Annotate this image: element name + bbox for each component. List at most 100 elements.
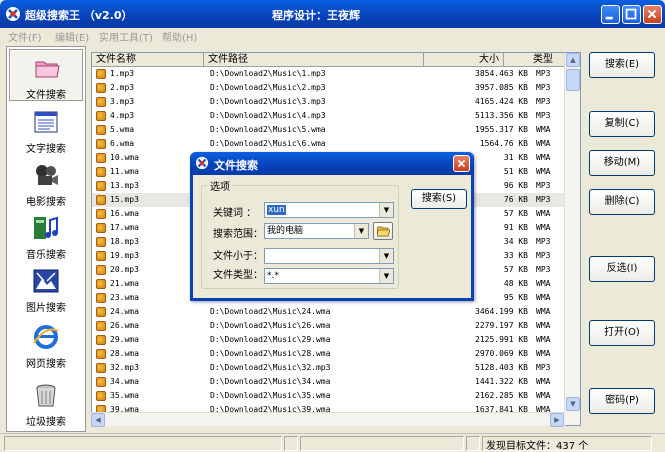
cell-type: WMA — [536, 139, 551, 148]
scroll-down-button[interactable]: ▼ — [566, 397, 580, 411]
type-label: 文件类型： — [213, 270, 263, 281]
cell-name: 18.mp3 — [110, 237, 139, 246]
menu-help[interactable]: 帮助(H) — [162, 29, 197, 44]
audio-file-icon — [96, 181, 106, 191]
cell-type: WMA — [536, 307, 551, 316]
sidebar-item-music-search[interactable]: 音乐搜索 — [9, 210, 83, 262]
music-icon — [34, 216, 58, 239]
audio-file-icon — [96, 83, 106, 93]
browse-folder-button[interactable] — [373, 222, 393, 240]
audio-file-icon — [96, 223, 106, 233]
table-row[interactable]: 28.wma D:\Download2\Music\28.wma 2970.069 … — [92, 347, 566, 361]
cell-type: WMA — [536, 153, 551, 162]
cell-type: WMA — [536, 391, 551, 400]
invert-selection-button[interactable]: 反选(I) — [589, 256, 655, 282]
delete-button[interactable]: 删除(C) — [589, 189, 655, 215]
cell-path: D:\Download2\Music\3.mp3 — [210, 97, 326, 106]
table-row[interactable]: 35.wma D:\Download2\Music\35.wma 2162.285 … — [92, 389, 566, 403]
move-button[interactable]: 移动(M) — [589, 150, 655, 176]
menu-tools[interactable]: 实用工具(T) — [99, 29, 153, 44]
close-button[interactable] — [643, 5, 662, 24]
cell-type: MP3 — [536, 69, 551, 78]
sidebar-item-text-search[interactable]: 文字搜索 — [9, 104, 83, 156]
minimize-button[interactable] — [601, 5, 620, 24]
cell-path: D:\Download2\Music\6.wma — [210, 139, 326, 148]
title-bar[interactable]: 超级搜索王 （v2.0） 程序设计：王夜辉 — [0, 0, 665, 28]
table-row[interactable]: 4.mp3 D:\Download2\Music\4.mp3 5113.356 KB… — [92, 109, 566, 123]
cell-name: 19.mp3 — [110, 251, 139, 260]
menu-edit[interactable]: 编辑(E) — [55, 29, 89, 44]
document-icon — [34, 111, 58, 133]
scroll-up-button[interactable]: ▲ — [566, 53, 580, 67]
audio-file-icon — [96, 293, 106, 303]
sidebar-item-image-search[interactable]: 图片搜索 — [9, 263, 83, 315]
cell-name: 11.wma — [110, 167, 139, 176]
col-header-size[interactable]: 大小 — [424, 53, 504, 67]
col-header-name[interactable]: 文件名称 — [92, 53, 204, 67]
table-row[interactable]: 3.mp3 D:\Download2\Music\3.mp3 4165.424 KB… — [92, 95, 566, 109]
chevron-down-icon[interactable]: ▼ — [354, 224, 368, 238]
audio-file-icon — [96, 153, 106, 163]
table-row[interactable]: 1.mp3 D:\Download2\Music\1.mp3 3854.463 KB… — [92, 67, 566, 81]
cell-name: 20.mp3 — [110, 265, 139, 274]
sidebar-item-web-search[interactable]: 网页搜索 — [9, 319, 83, 371]
cell-name: 13.mp3 — [110, 181, 139, 190]
scroll-left-button[interactable]: ◀ — [91, 413, 105, 427]
keyword-combo[interactable]: xun ▼ — [264, 202, 394, 218]
table-row[interactable]: 2.mp3 D:\Download2\Music\2.mp3 3957.085 KB… — [92, 81, 566, 95]
cell-path: D:\Download2\Music\24.wma — [210, 307, 331, 316]
maximize-button[interactable] — [622, 5, 641, 24]
scroll-right-button[interactable]: ▶ — [550, 413, 564, 427]
scope-combo[interactable]: 我的电脑 ▼ — [264, 223, 369, 239]
sidebar-item-file-search[interactable]: 文件搜索 — [9, 49, 83, 101]
audio-file-icon — [96, 209, 106, 219]
type-combo[interactable]: *.* ▼ — [264, 268, 394, 284]
audio-file-icon — [96, 97, 106, 107]
cell-path: D:\Download2\Music\1.mp3 — [210, 69, 326, 78]
chevron-down-icon[interactable]: ▼ — [379, 269, 393, 283]
open-button[interactable]: 打开(O) — [589, 320, 655, 346]
vertical-scrollbar[interactable]: ▲ ▼ — [564, 53, 580, 425]
chevron-down-icon[interactable]: ▼ — [379, 249, 393, 263]
cell-name: 17.wma — [110, 223, 139, 232]
dialog-close-button[interactable] — [453, 155, 470, 172]
app-icon — [195, 156, 209, 170]
maximize-icon — [625, 8, 637, 20]
trash-icon — [36, 384, 56, 407]
menu-file[interactable]: 文件(F) — [8, 29, 42, 44]
close-icon — [647, 9, 657, 19]
cell-type: MP3 — [536, 181, 551, 190]
cell-size: 2279.197 KB — [475, 321, 528, 330]
cell-path: D:\Download2\Music\5.wma — [210, 125, 326, 134]
size-combo[interactable]: ▼ — [264, 248, 394, 264]
scroll-thumb[interactable] — [566, 69, 580, 91]
cell-type: MP3 — [536, 195, 551, 204]
col-header-path[interactable]: 文件路径 — [204, 53, 424, 67]
dialog-title-bar[interactable]: 文件搜索 — [190, 152, 474, 175]
table-row[interactable]: 6.wma D:\Download2\Music\6.wma 1564.76 KB W… — [92, 137, 566, 151]
cell-type: MP3 — [536, 83, 551, 92]
table-row[interactable]: 34.wma D:\Download2\Music\34.wma 1441.322 … — [92, 375, 566, 389]
sidebar-item-trash-search[interactable]: 垃圾搜索 — [9, 377, 83, 429]
table-row[interactable]: 32.mp3 D:\Download2\Music\32.mp3 5128.403 … — [92, 361, 566, 375]
col-header-type[interactable]: 类型 — [504, 53, 566, 67]
designer-credit: 程序设计：王夜辉 — [272, 9, 360, 22]
table-row[interactable]: 26.wma D:\Download2\Music\26.wma 2279.197 … — [92, 319, 566, 333]
sidebar-item-movie-search[interactable]: 电影搜索 — [9, 157, 83, 209]
copy-button[interactable]: 复制(C) — [589, 111, 655, 137]
table-row[interactable]: 5.wma D:\Download2\Music\5.wma 1955.317 KB… — [92, 123, 566, 137]
film-icon — [36, 165, 58, 185]
password-button[interactable]: 密码(P) — [589, 388, 655, 414]
cell-name: 21.wma — [110, 279, 139, 288]
audio-file-icon — [96, 265, 106, 275]
status-panel — [4, 436, 282, 451]
dialog-search-button[interactable]: 搜索(S) — [411, 189, 467, 209]
horizontal-scrollbar[interactable]: ◀ ▶ — [91, 412, 565, 427]
sidebar-item-label: 垃圾搜索 — [26, 417, 66, 428]
table-row[interactable]: 24.wma D:\Download2\Music\24.wma 3464.199 … — [92, 305, 566, 319]
sidebar-item-label: 网页搜索 — [26, 359, 66, 370]
search-button[interactable]: 搜索(E) — [589, 52, 655, 78]
table-row[interactable]: 29.wma D:\Download2\Music\29.wma 2125.991 … — [92, 333, 566, 347]
audio-file-icon — [96, 111, 106, 121]
chevron-down-icon[interactable]: ▼ — [379, 203, 393, 217]
